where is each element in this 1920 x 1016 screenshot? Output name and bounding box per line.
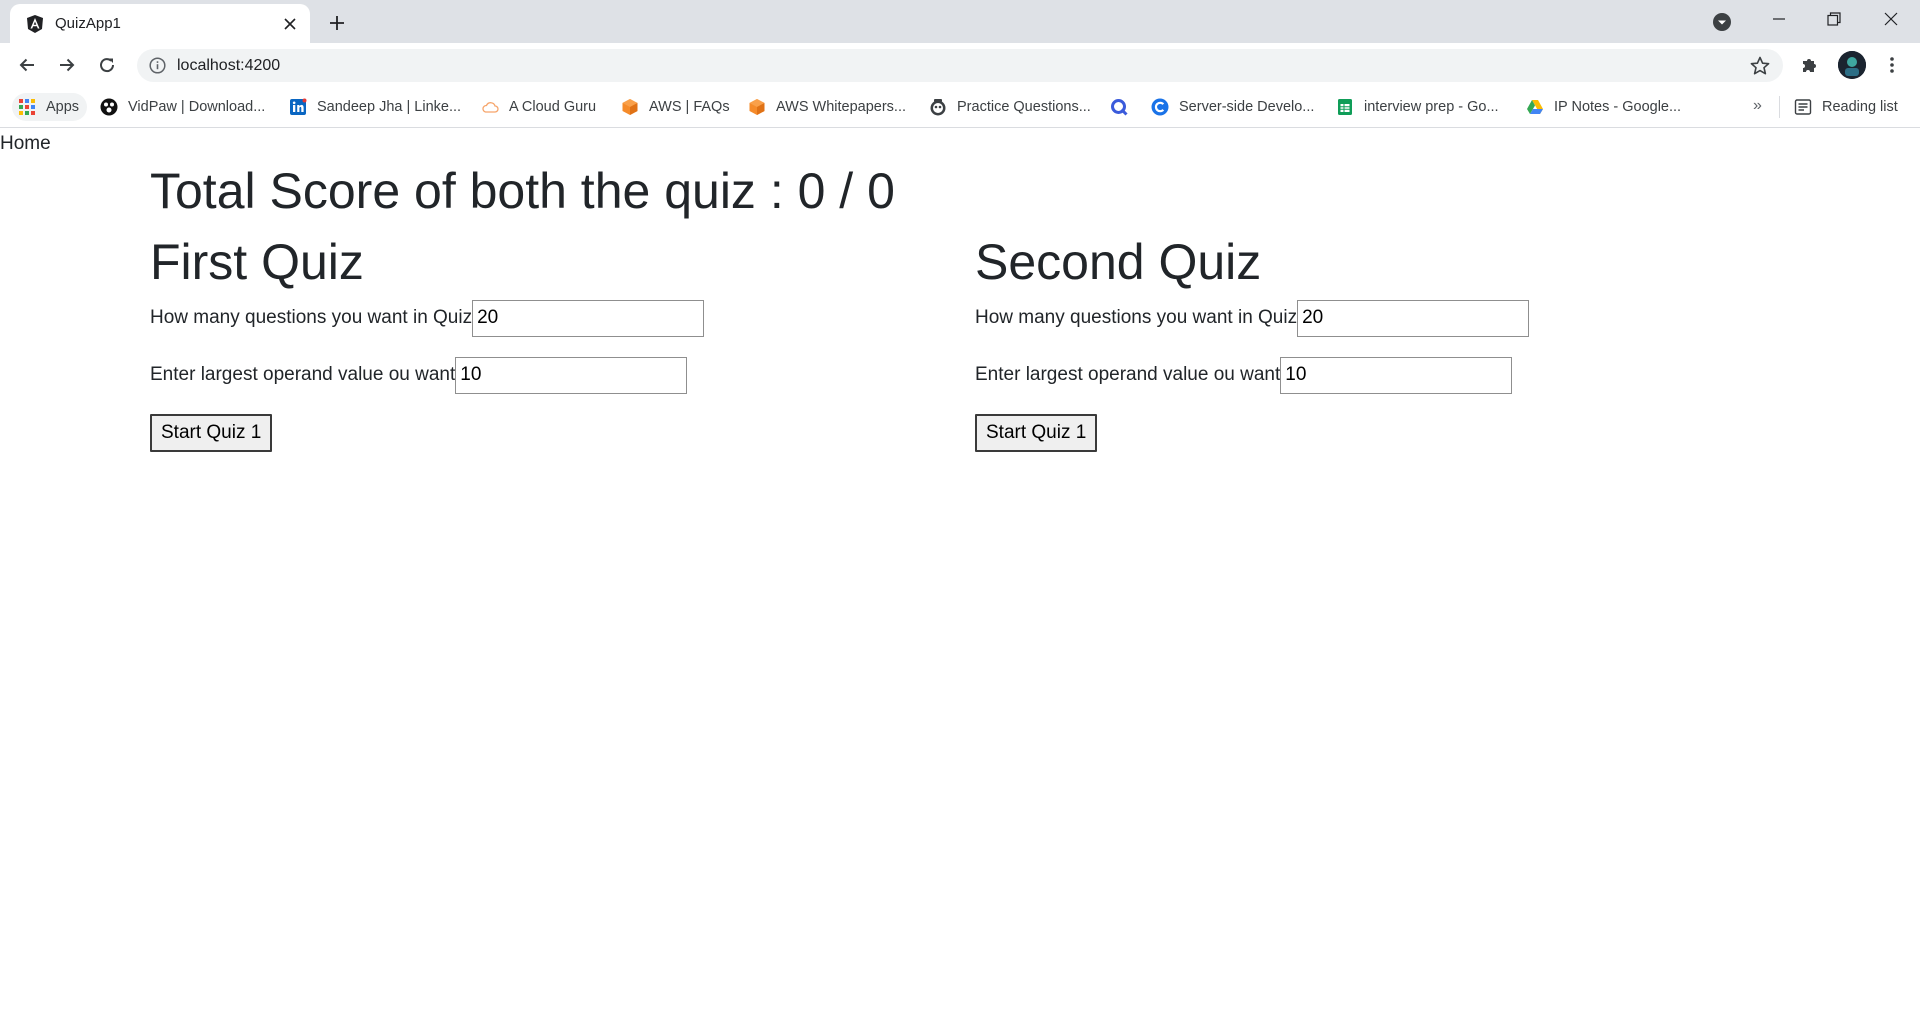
cloud-icon	[481, 98, 499, 116]
total-score-heading: Total Score of both the quiz : 0 / 0	[150, 163, 895, 219]
bookmark-label: AWS Whitepapers...	[776, 99, 907, 115]
linkedin-icon	[289, 98, 307, 116]
reading-list-button[interactable]: Reading list	[1794, 93, 1898, 121]
bookmark-aws-faqs[interactable]: AWS | FAQs	[621, 93, 730, 121]
browser-toolbar: localhost:4200	[0, 43, 1920, 87]
more-menu-icon[interactable]	[1880, 52, 1904, 78]
questions-count-input[interactable]	[472, 299, 705, 337]
largest-operand-input[interactable]	[1280, 356, 1513, 394]
page-content: Home Total Score of both the quiz : 0 / …	[0, 128, 1920, 1016]
bookmark-label: Practice Questions...	[957, 99, 1091, 115]
bookmarks-divider	[1779, 96, 1780, 118]
reading-list-icon	[1794, 98, 1812, 116]
tab-search-icon[interactable]	[1710, 10, 1734, 34]
questions-row: How many questions you want in Quiz	[150, 299, 850, 337]
sheets-icon	[1336, 98, 1354, 116]
practice-icon	[929, 98, 947, 116]
questions-label: How many questions you want in Quiz	[975, 307, 1298, 328]
angular-icon	[25, 14, 45, 34]
bookmark-linkedin[interactable]: Sandeep Jha | Linke...	[289, 93, 461, 121]
bookmark-server-side[interactable]: Server-side Develo...	[1151, 93, 1314, 121]
info-icon[interactable]	[149, 57, 166, 74]
operand-row: Enter largest operand value ou want	[975, 356, 1675, 394]
bookmark-label: Apps	[46, 99, 80, 115]
reading-list-label: Reading list	[1822, 99, 1898, 115]
bookmark-ip-notes[interactable]: IP Notes - Google...	[1526, 93, 1681, 121]
profile-avatar[interactable]	[1838, 51, 1866, 79]
bookmarks-bar: Apps VidPaw | Download... Sandeep Jha | …	[0, 87, 1920, 128]
largest-operand-input[interactable]	[455, 356, 688, 394]
bookmark-aws-whitepapers[interactable]: AWS Whitepapers...	[748, 93, 906, 121]
extensions-puzzle-icon[interactable]	[1797, 52, 1823, 78]
questions-count-input[interactable]	[1297, 299, 1530, 337]
window-close-icon[interactable]	[1862, 0, 1920, 38]
drive-icon	[1526, 98, 1544, 116]
quiz-title: First Quiz	[150, 234, 364, 290]
questions-row: How many questions you want in Quiz	[975, 299, 1675, 337]
tab-strip: QuizApp1	[0, 0, 1920, 43]
bookmark-label: A Cloud Guru	[509, 99, 597, 115]
aws-cube-icon	[621, 98, 639, 116]
bookmark-label: Server-side Develo...	[1179, 99, 1315, 115]
url-text[interactable]: localhost:4200	[177, 57, 280, 75]
apps-grid-icon	[18, 98, 36, 116]
browser-tab[interactable]: QuizApp1	[10, 4, 310, 43]
c-icon	[1151, 98, 1169, 116]
bookmark-star-icon[interactable]	[1749, 55, 1771, 77]
tab-title: QuizApp1	[55, 15, 121, 32]
back-arrow-icon[interactable]	[12, 50, 42, 80]
bookmark-vidpaw[interactable]: VidPaw | Download...	[100, 93, 265, 121]
minimize-icon[interactable]	[1750, 0, 1808, 38]
bookmark-label: VidPaw | Download...	[128, 99, 266, 115]
start-quiz-button[interactable]: Start Quiz 1	[975, 414, 1098, 452]
new-tab-icon[interactable]	[324, 10, 350, 36]
bookmark-label: IP Notes - Google...	[1554, 99, 1682, 115]
bookmark-apps[interactable]: Apps	[12, 93, 88, 121]
bookmark-label: AWS | FAQs	[649, 99, 730, 115]
more-bookmarks-chevron[interactable]: »	[1753, 97, 1762, 115]
aws-cube-icon	[748, 98, 766, 116]
questions-label: How many questions you want in Quiz	[150, 307, 473, 328]
tab-close-icon[interactable]	[280, 14, 300, 34]
second-quiz-panel: Second Quiz How many questions you want …	[975, 232, 1675, 452]
start-quiz-button[interactable]: Start Quiz 1	[150, 414, 273, 452]
home-link[interactable]: Home	[0, 133, 51, 155]
bookmark-label: Sandeep Jha | Linke...	[317, 99, 462, 115]
bookmark-practice-questions[interactable]: Practice Questions...	[929, 93, 1091, 121]
operand-label: Enter largest operand value ou want	[975, 364, 1281, 385]
bookmark-interview-prep[interactable]: interview prep - Go...	[1336, 93, 1499, 121]
vidpaw-icon	[100, 98, 118, 116]
bookmark-q[interactable]	[1110, 93, 1128, 121]
quiz-title: Second Quiz	[975, 234, 1262, 290]
bookmark-a-cloud-guru[interactable]: A Cloud Guru	[481, 93, 596, 121]
forward-arrow-icon[interactable]	[52, 50, 82, 80]
bookmark-label: interview prep - Go...	[1364, 99, 1499, 115]
reload-icon[interactable]	[92, 50, 122, 80]
first-quiz-panel: First Quiz How many questions you want i…	[150, 232, 850, 452]
restore-icon[interactable]	[1805, 0, 1863, 38]
q-icon	[1110, 98, 1128, 116]
address-bar[interactable]: localhost:4200	[137, 49, 1783, 82]
operand-label: Enter largest operand value ou want	[150, 364, 456, 385]
operand-row: Enter largest operand value ou want	[150, 356, 850, 394]
